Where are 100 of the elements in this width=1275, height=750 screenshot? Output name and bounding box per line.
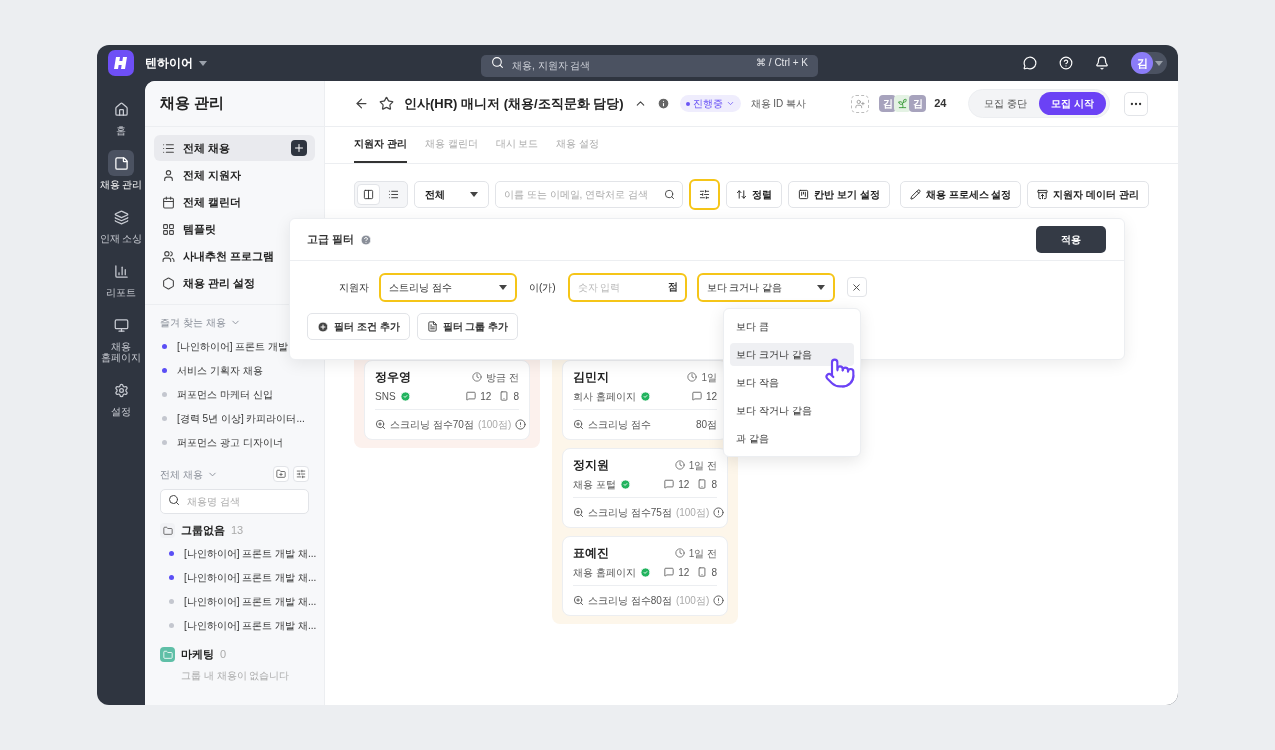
user-avatar: 김	[1131, 52, 1153, 74]
favorite-job-link[interactable]: 퍼포먼스 마케터 신입	[177, 386, 273, 402]
apply-button[interactable]: 적용	[1036, 226, 1106, 253]
stage-select[interactable]: 전체	[414, 180, 489, 208]
job-link[interactable]: [나인하이어] 프론트 개발 채...	[184, 593, 317, 609]
applied-time: 1일 전	[688, 458, 717, 473]
applied-time: 1일	[701, 370, 717, 385]
calendar-icon	[162, 195, 175, 209]
close-icon	[851, 281, 863, 293]
caret-icon	[199, 60, 207, 66]
applicant-source: 채용 포털	[573, 477, 616, 492]
toolbar-button[interactable]: 칸반 보기 설정	[788, 180, 890, 208]
recruit-button[interactable]: 모집 중단	[972, 92, 1040, 115]
comment-icon	[664, 479, 675, 489]
tab[interactable]: 지원자 관리	[354, 136, 407, 163]
info-icon	[713, 595, 725, 606]
member-avatar: 김	[909, 95, 927, 112]
menu-option[interactable]: 보다 작거나 같음	[730, 399, 854, 422]
rail-item[interactable]: 설정	[98, 377, 144, 417]
comment-count: 12	[678, 477, 690, 492]
section-heading: 즐겨 찾는 채용	[160, 316, 226, 330]
favorite-job-link[interactable]: [나인하이어] 프론트 개발	[177, 338, 289, 354]
favorite-job-link[interactable]: 서비스 기획자 채용	[177, 362, 263, 378]
kanban-view-button[interactable]	[357, 183, 380, 205]
applicant-card[interactable]: 정우영 방금 전 SNS 12 8 스크리닝 점수70점 (100점)	[364, 360, 530, 440]
caret-icon	[470, 191, 478, 197]
applicant-source: SNS	[375, 389, 396, 404]
remove-button[interactable]	[846, 277, 867, 297]
job-link[interactable]: [나인하이어] 프론트 개발 채...	[184, 545, 317, 561]
job-link[interactable]: [나인하이어] 프론트 개발 채...	[184, 617, 317, 633]
copy-id-link[interactable]: 채용 ID 복사	[750, 96, 807, 111]
add-filter-button[interactable]: 필터 그룹 추가	[416, 313, 519, 340]
applicant-card[interactable]: 표예진 1일 전 채용 홈페이지 12 8 스크리닝 점수80점 (100점)	[562, 536, 728, 616]
pencil-icon	[909, 188, 921, 200]
caret-icon	[816, 284, 825, 290]
score-value: 80점	[650, 594, 672, 608]
add-filter-button[interactable]: 필터 조건 추가	[307, 313, 410, 340]
document-icon	[697, 479, 708, 489]
menu-option[interactable]: 과 같음	[730, 427, 854, 450]
toolbar-button[interactable]: 정렬	[726, 180, 782, 208]
rail-item[interactable]: 채용 관리	[98, 150, 144, 190]
settings-button[interactable]	[293, 466, 309, 482]
list-icon	[388, 188, 399, 200]
app-logo	[108, 50, 134, 76]
score-value: 80점	[695, 418, 717, 432]
monitor-icon	[113, 317, 129, 333]
applicant-name: 정지원	[573, 457, 609, 474]
sidebar-item[interactable]: 채용 관리 설정	[154, 270, 315, 296]
list-icon	[162, 141, 175, 155]
job-search-field[interactable]: 채용명 검색	[160, 489, 309, 514]
rail-item[interactable]: 채용 홈페이지	[98, 312, 144, 363]
search-icon	[664, 188, 675, 200]
sidebar-item[interactable]: 전체 캘린더	[154, 189, 315, 215]
users-icon	[162, 249, 175, 263]
info-icon	[656, 97, 670, 110]
score-max: (100점)	[477, 418, 512, 432]
sidebar-title: 채용 관리	[160, 93, 225, 114]
sidebar-item[interactable]: 전체 채용	[154, 135, 315, 161]
document-count: 8	[513, 389, 519, 404]
rail-item[interactable]: 인재 소싱	[98, 204, 144, 244]
notification-icon	[1095, 56, 1109, 70]
comment-icon	[664, 567, 675, 577]
applicant-name: 표예진	[573, 545, 609, 562]
operator-select[interactable]: 보다 크거나 같음	[696, 272, 835, 302]
clock-icon	[687, 372, 698, 382]
document-icon	[426, 321, 438, 332]
rail-item[interactable]: 홈	[98, 96, 144, 136]
favorite-job-link[interactable]: [경력 5년 이상] 카피라이터...	[177, 410, 305, 426]
menu-option[interactable]: 보다 큼	[730, 315, 854, 338]
group-count: 0	[220, 647, 227, 663]
add-folder-button[interactable]	[273, 466, 289, 482]
applicant-search-field[interactable]: 이름 또는 이메일, 연락처로 검색	[495, 180, 683, 208]
filter-button[interactable]	[689, 178, 720, 210]
empty-message: 그룹 내 채용이 없습니다	[180, 669, 291, 683]
clock-icon	[674, 548, 685, 558]
score-value: 75점	[650, 506, 672, 520]
section-heading: 전체 채용	[160, 467, 203, 482]
score-max: (100점)	[675, 594, 710, 608]
member-count: 24	[934, 96, 947, 112]
recruit-button[interactable]: 모집 시작	[1039, 92, 1106, 115]
sidebar-item[interactable]: 전체 지원자	[154, 162, 315, 188]
plus-icon	[293, 142, 305, 154]
score-label: 스크리닝 점수	[588, 594, 651, 608]
field-select[interactable]: 스트리닝 점수	[379, 272, 517, 302]
applicant-card[interactable]: 정지원 1일 전 채용 포털 12 8 스크리닝 점수75점 (100점)	[562, 448, 728, 528]
toolbar-button[interactable]: 채용 프로세스 설정	[899, 180, 1022, 208]
group-name: 마케팅	[181, 647, 214, 663]
menu-option[interactable]: 보다 크거나 같음	[730, 343, 854, 366]
workspace-switcher[interactable]: 텐하이어	[145, 54, 207, 72]
search-icon	[168, 494, 180, 506]
job-link[interactable]: [나인하이어] 프론트 개발 채...	[184, 569, 317, 585]
zoom-icon	[375, 419, 386, 430]
status-badge[interactable]: 진행중	[679, 95, 741, 112]
caret-icon	[1155, 60, 1163, 66]
rail-item[interactable]: 리포트	[98, 258, 144, 298]
help-icon	[360, 233, 373, 246]
add-button[interactable]	[291, 140, 307, 156]
toolbar-button[interactable]: 지원자 데이터 관리	[1027, 180, 1149, 208]
favorite-job-link[interactable]: 퍼포먼스 광고 디자이너	[177, 434, 283, 450]
unit-label: 점	[667, 279, 678, 294]
